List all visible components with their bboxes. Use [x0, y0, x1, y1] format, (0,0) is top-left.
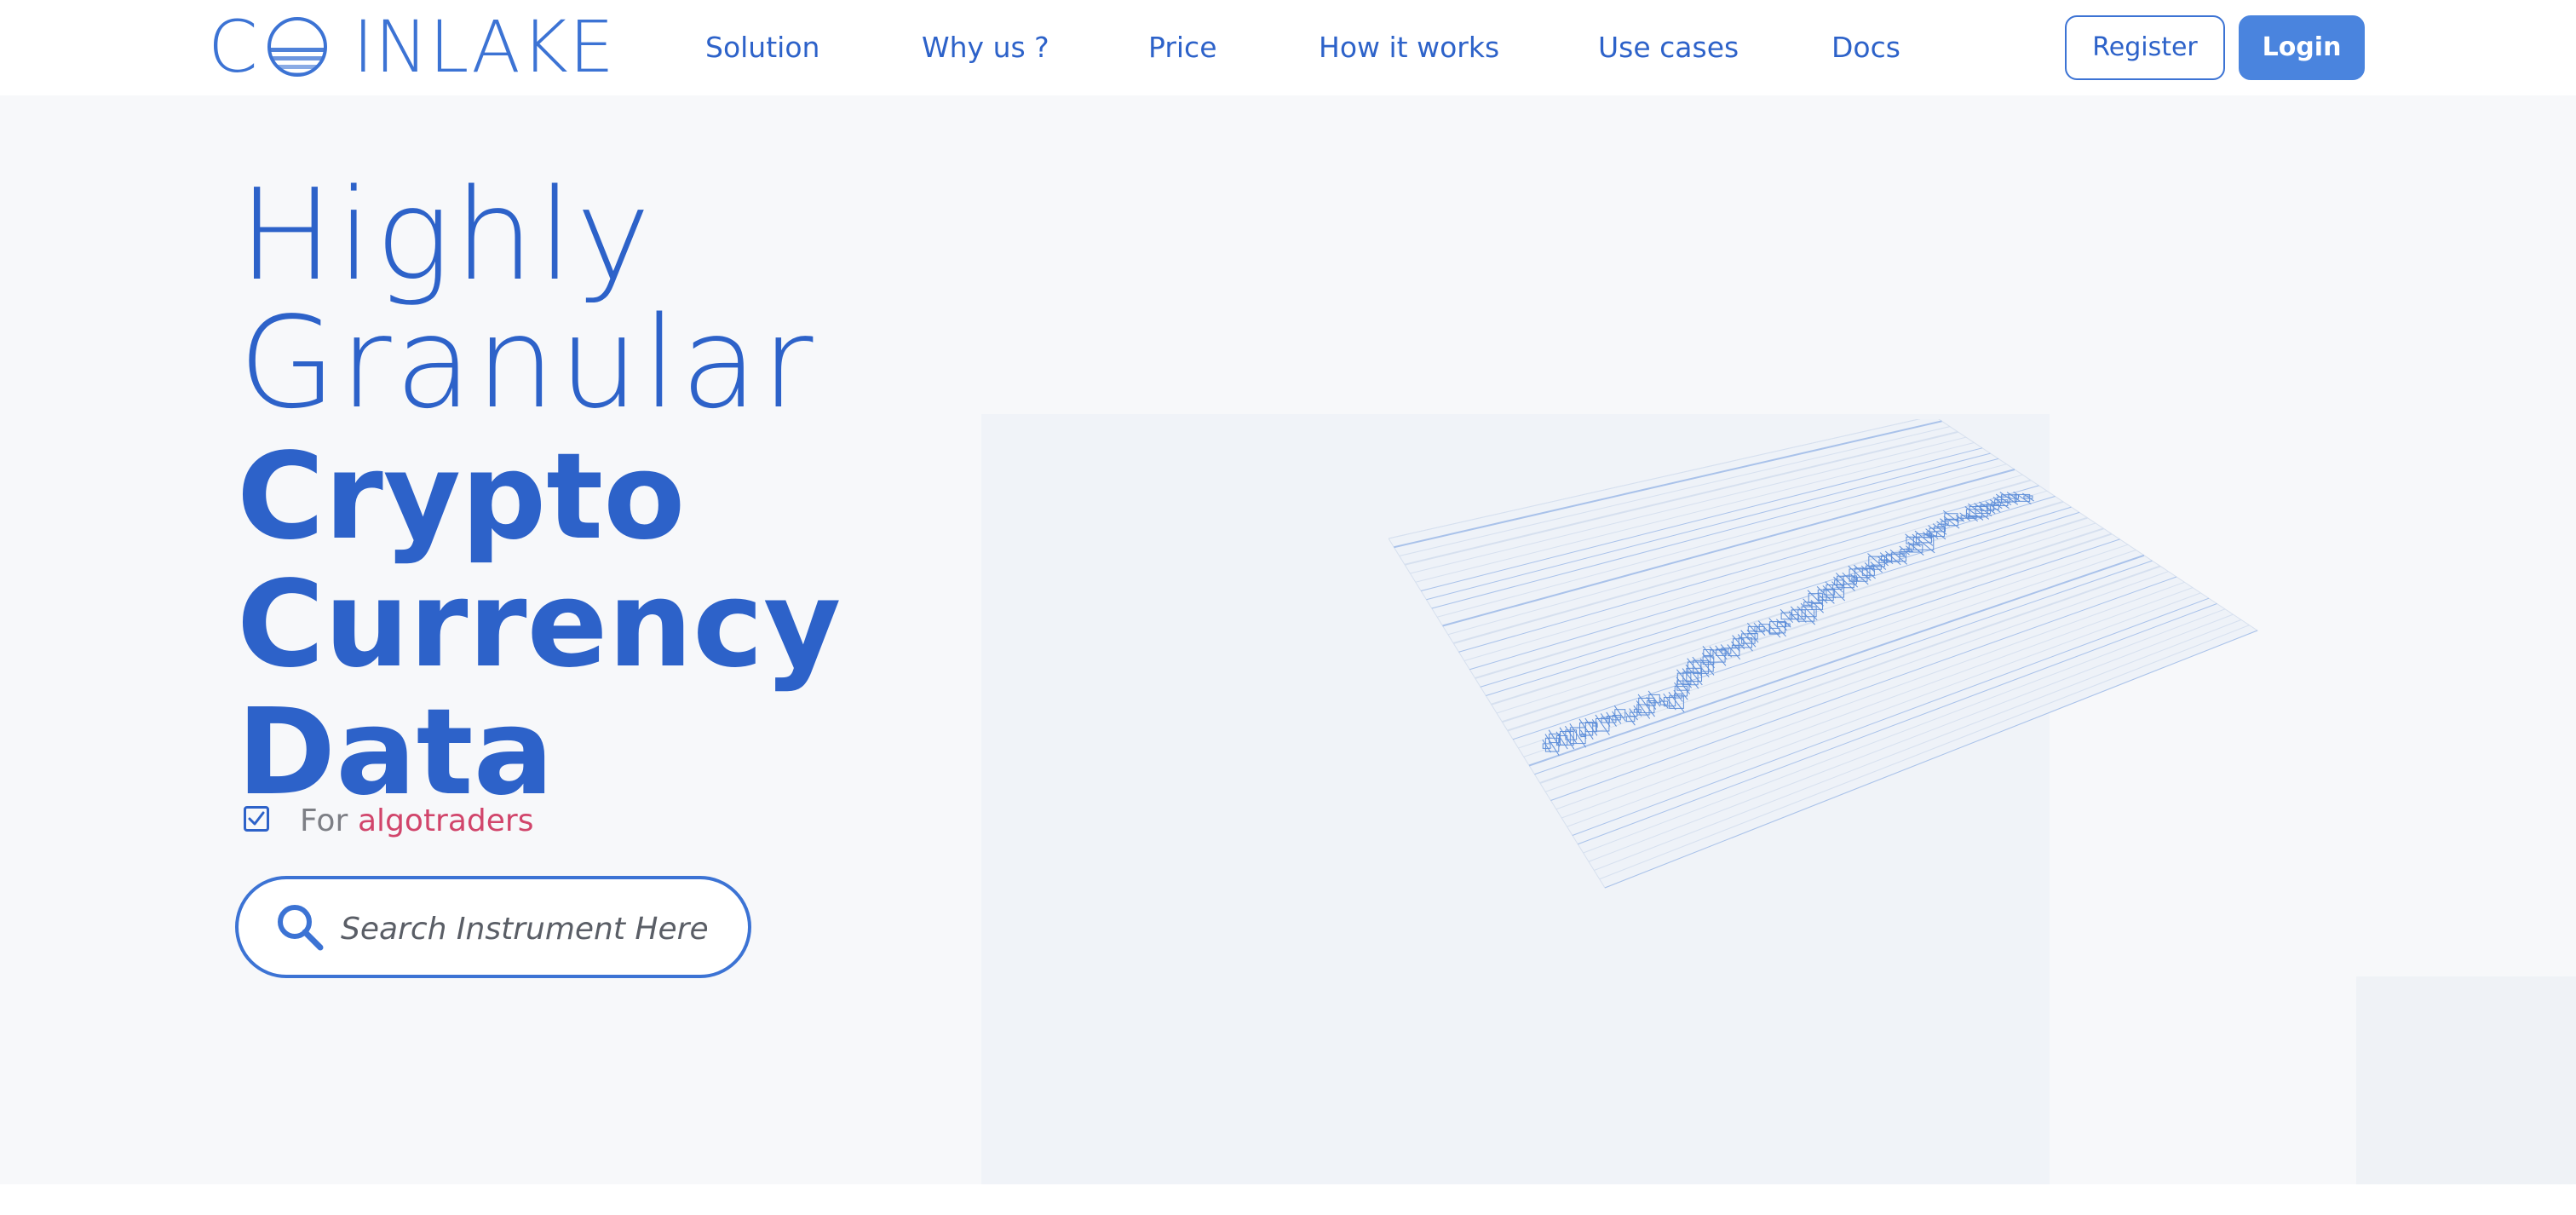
coinlake-logo[interactable]: C INLAKE [208, 5, 617, 89]
hero-corner-block [2356, 976, 2576, 1184]
logo-wordmark: INLAKE [353, 5, 615, 89]
hero-line-currency: Currency [237, 556, 842, 694]
logo-o-icon [267, 17, 327, 77]
register-button[interactable]: Register [2065, 15, 2225, 80]
hero-line-data: Data [237, 683, 555, 822]
search-input[interactable] [339, 901, 734, 956]
login-button[interactable]: Login [2239, 15, 2365, 80]
nav-use-cases[interactable]: Use cases [1598, 22, 1739, 73]
algotraders-checkbox[interactable] [244, 806, 269, 832]
nav-price[interactable]: Price [1148, 22, 1217, 73]
nav-how-it-works[interactable]: How it works [1319, 22, 1499, 73]
instrument-search[interactable] [235, 876, 751, 978]
hero-line-granular: Granular [239, 290, 817, 436]
hero-line-highly: Highly [239, 162, 654, 308]
chart-plane [1388, 415, 2259, 889]
hero-line-crypto: Crypto [237, 428, 686, 567]
page-bottom [0, 1184, 2576, 1215]
nav-why-us[interactable]: Why us ? [922, 22, 1049, 73]
hero-section: Highly Granular Crypto Currency Data [0, 95, 2576, 1184]
tagline-prefix: For [300, 803, 348, 838]
search-icon[interactable] [274, 901, 325, 953]
candlestick-chart-illustration [1388, 415, 2274, 917]
nav-docs[interactable]: Docs [1831, 22, 1900, 73]
check-icon [248, 811, 265, 826]
site-header: C INLAKE Solution Why us ? Price How it … [0, 0, 2576, 95]
tagline-accent: algotraders [358, 803, 534, 838]
logo-letter-c: C [208, 5, 259, 89]
nav-solution[interactable]: Solution [705, 22, 819, 73]
